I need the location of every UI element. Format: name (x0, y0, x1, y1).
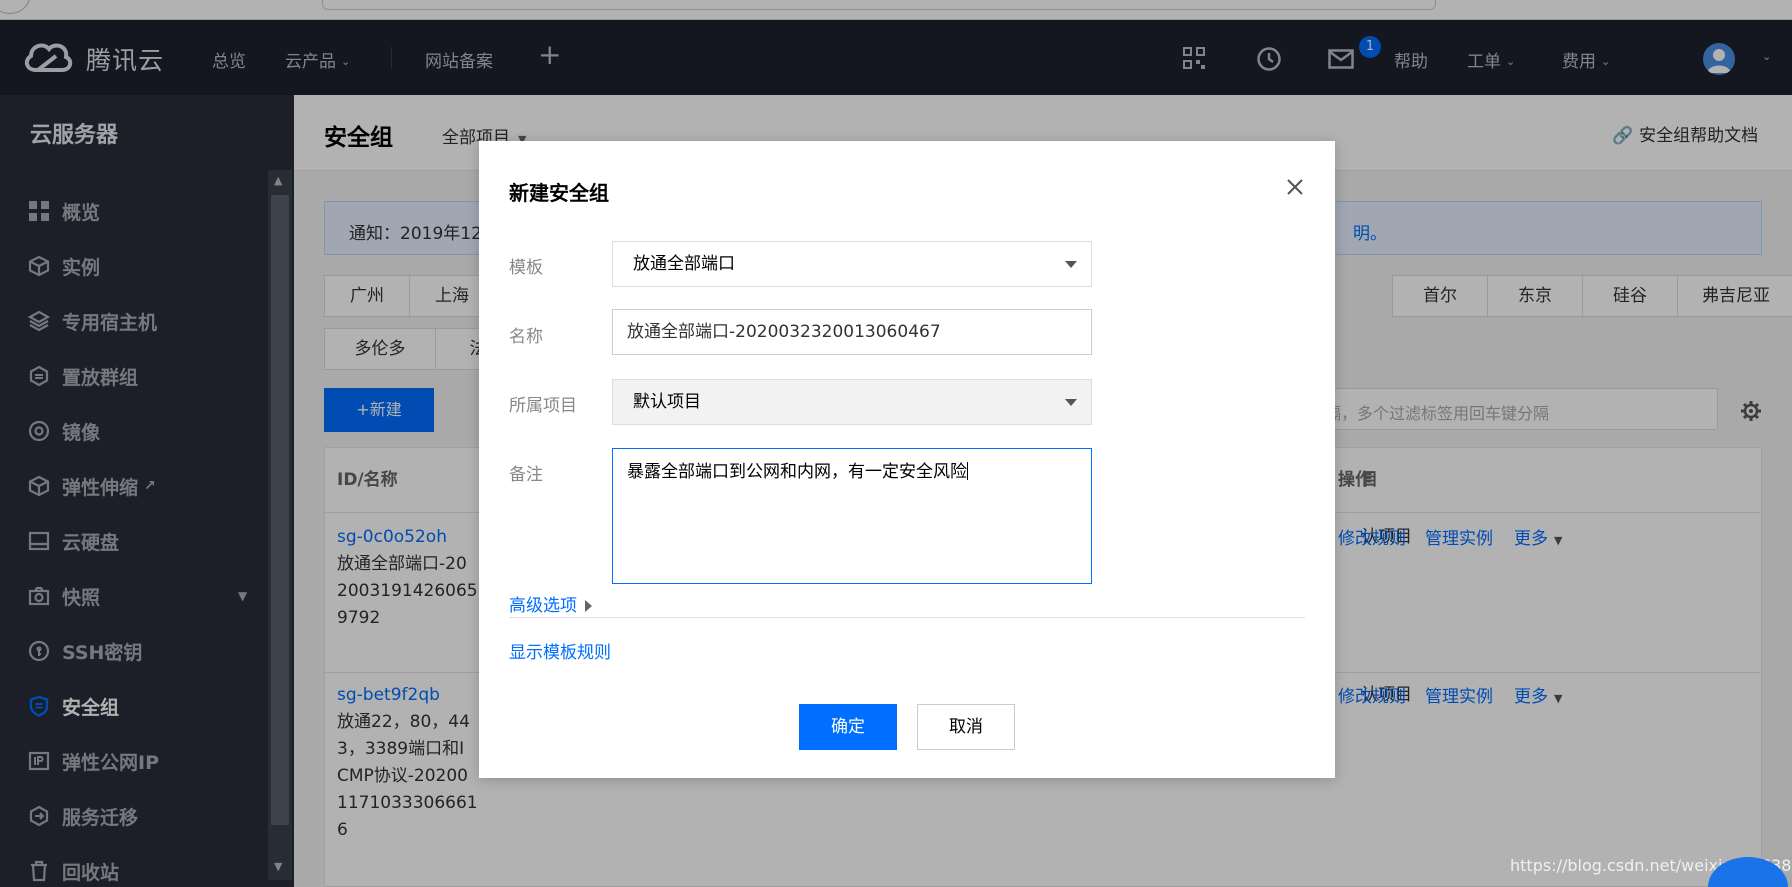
name-input[interactable]: 放通全部端口-2020032320013060467 (612, 309, 1092, 355)
template-label: 模板 (509, 258, 543, 278)
dialog-divider (509, 617, 1305, 618)
close-icon[interactable] (1285, 177, 1305, 197)
caret-right-icon (585, 600, 592, 612)
remark-value: 暴露全部端口到公网和内网，有一定安全风险 (627, 462, 967, 482)
text-caret (967, 462, 968, 480)
template-value: 放通全部端口 (633, 254, 735, 274)
remark-label: 备注 (509, 465, 543, 485)
caret-down-icon (1065, 261, 1077, 268)
remark-textarea[interactable]: 暴露全部端口到公网和内网，有一定安全风险 (612, 448, 1092, 584)
show-template-rules-link[interactable]: 显示模板规则 (509, 638, 611, 663)
cancel-button[interactable]: 取消 (917, 704, 1015, 750)
dialog-title: 新建安全组 (509, 181, 609, 205)
advanced-options-label: 高级选项 (509, 596, 577, 616)
create-security-group-dialog: 新建安全组 模板 放通全部端口 名称 放通全部端口-20200323200130… (479, 141, 1335, 778)
caret-down-icon (1065, 399, 1077, 406)
name-label: 名称 (509, 327, 543, 347)
template-select[interactable]: 放通全部端口 (612, 241, 1092, 287)
project-value: 默认项目 (633, 392, 701, 412)
project-label: 所属项目 (509, 396, 577, 416)
advanced-options-toggle[interactable]: 高级选项 (509, 591, 592, 616)
project-select[interactable]: 默认项目 (612, 379, 1092, 425)
confirm-button[interactable]: 确定 (799, 704, 897, 750)
